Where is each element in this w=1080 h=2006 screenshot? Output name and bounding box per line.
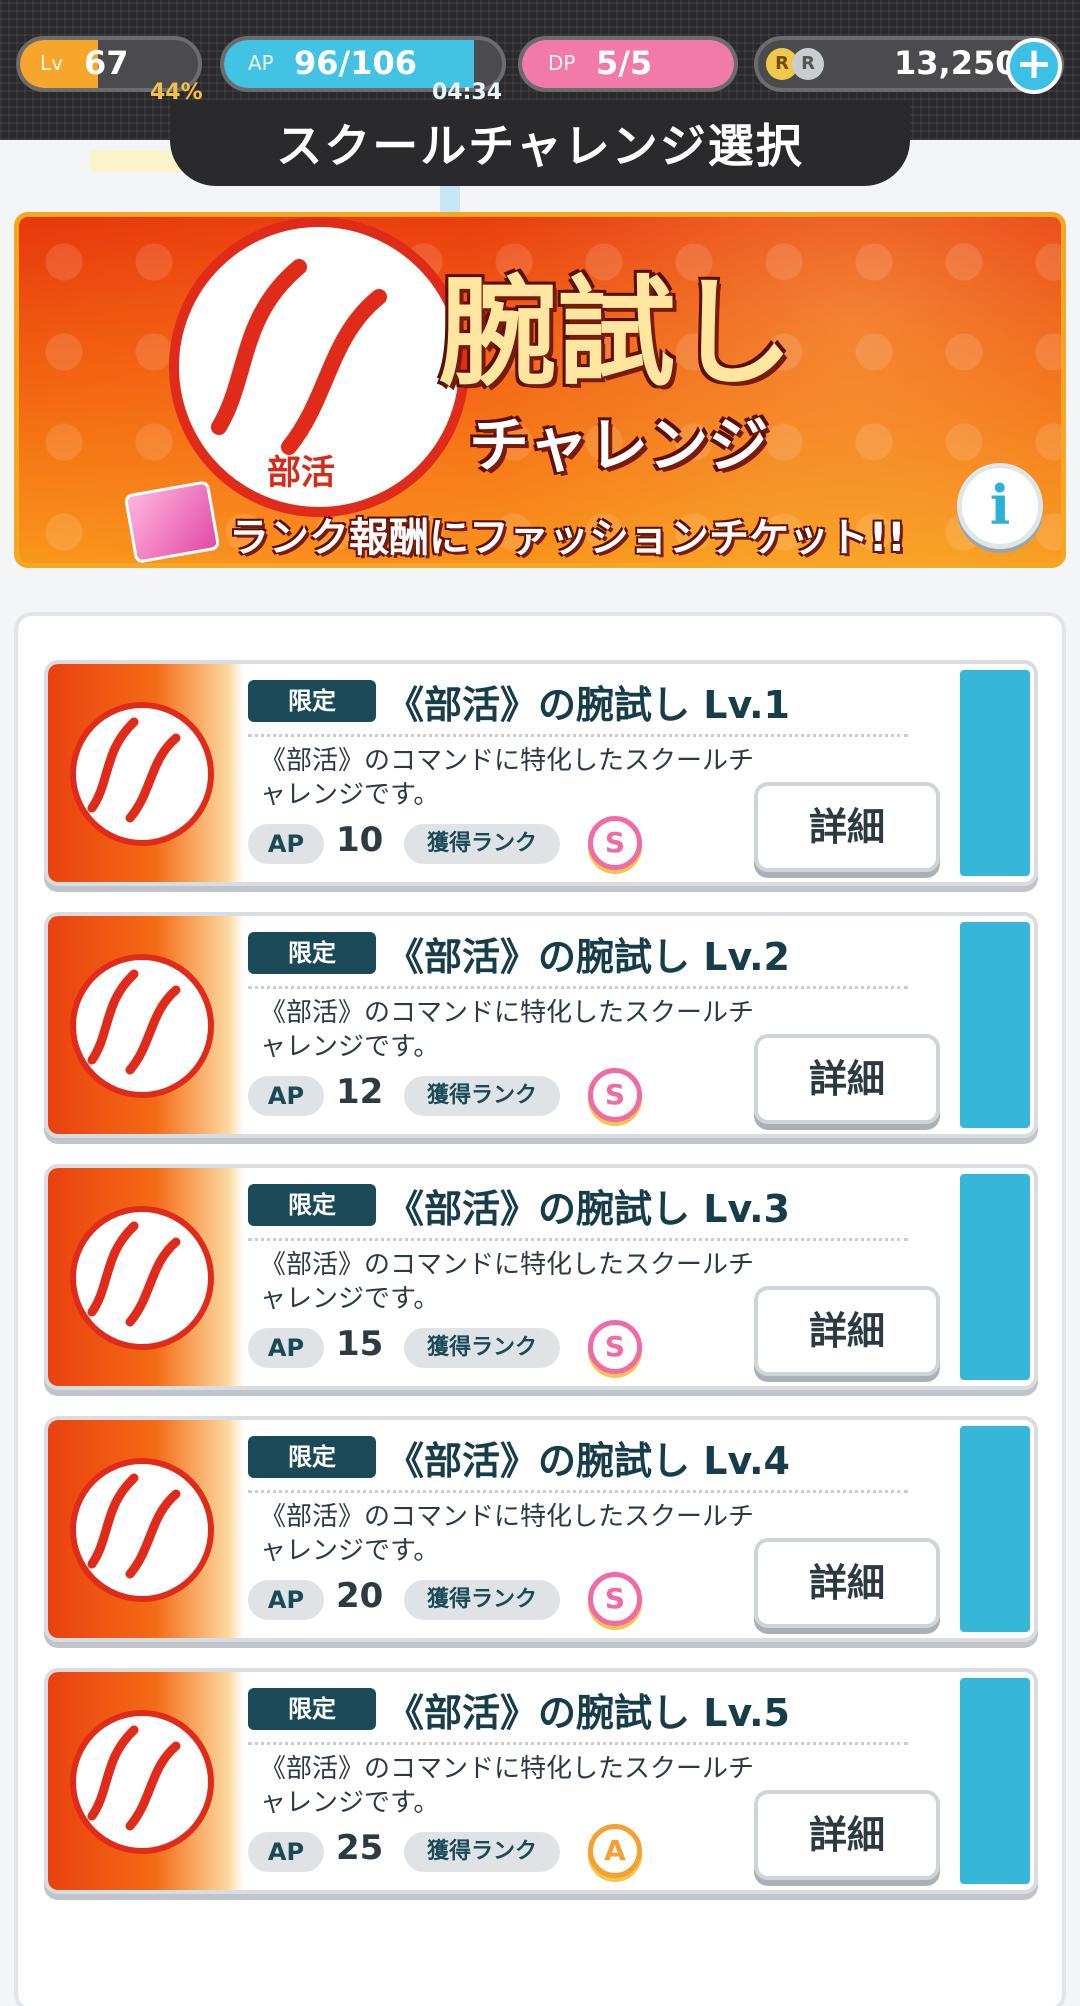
divider bbox=[248, 1490, 908, 1493]
challenge-card[interactable]: 限定 《部活》の腕試し Lv.5 《部活》のコマンドに特化したスクールチャレンジ… bbox=[44, 1668, 1038, 1894]
rank-label: 獲得ランク bbox=[404, 824, 560, 864]
baseball-icon bbox=[87, 1725, 181, 1831]
info-icon: i bbox=[989, 473, 1011, 537]
challenge-description: 《部活》のコマンドに特化したスクールチャレンジです。 bbox=[260, 1502, 755, 1566]
rank-label: 獲得ランク bbox=[404, 1832, 560, 1872]
challenge-description: 《部活》のコマンドに特化したスクールチャレンジです。 bbox=[260, 1754, 755, 1818]
ap-value: 96/106 bbox=[294, 44, 418, 82]
rank-badge-icon: S bbox=[588, 816, 642, 870]
card-side-strip bbox=[960, 670, 1030, 876]
rank-badge-icon: S bbox=[588, 1068, 642, 1122]
ap-cost-label: AP bbox=[248, 1076, 324, 1116]
level-label: Lv bbox=[40, 51, 63, 75]
level-percent: 44% bbox=[150, 80, 203, 105]
detail-button[interactable]: 詳細 bbox=[754, 1034, 940, 1124]
dp-label: DP bbox=[548, 51, 576, 75]
dp-value: 5/5 bbox=[596, 44, 653, 82]
club-emblem bbox=[70, 1458, 214, 1602]
challenge-card[interactable]: 限定 《部活》の腕試し Lv.4 《部活》のコマンドに特化したスクールチャレンジ… bbox=[44, 1416, 1038, 1642]
card-side-strip bbox=[960, 1174, 1030, 1380]
silver-coin-icon: R bbox=[792, 48, 824, 80]
emblem-label: 部活 bbox=[267, 453, 335, 493]
ap-cost-value: 15 bbox=[336, 1324, 384, 1364]
fashion-ticket-icon bbox=[123, 480, 221, 563]
challenge-banner[interactable]: 部活 腕試し チャレンジ ランク報酬にファッションチケット!! i bbox=[14, 212, 1066, 568]
detail-button[interactable]: 詳細 bbox=[754, 782, 940, 872]
club-emblem bbox=[70, 702, 214, 846]
dp-gauge[interactable]: DP 5/5 bbox=[518, 36, 738, 92]
detail-button[interactable]: 詳細 bbox=[754, 1286, 940, 1376]
divider bbox=[248, 1742, 908, 1745]
baseball-icon bbox=[87, 1473, 181, 1579]
rank-badge-icon: S bbox=[588, 1572, 642, 1626]
challenge-card[interactable]: 限定 《部活》の腕試し Lv.1 《部活》のコマンドに特化したスクールチャレンジ… bbox=[44, 660, 1038, 886]
challenge-title: 《部活》の腕試し Lv.1 bbox=[386, 683, 790, 727]
challenge-card[interactable]: 限定 《部活》の腕試し Lv.2 《部活》のコマンドに特化したスクールチャレンジ… bbox=[44, 912, 1038, 1138]
divider bbox=[248, 734, 908, 737]
rank-badge-icon: A bbox=[588, 1824, 642, 1878]
rank-label: 獲得ランク bbox=[404, 1328, 560, 1368]
ap-cost-value: 12 bbox=[336, 1072, 384, 1112]
card-thumbnail bbox=[48, 664, 244, 882]
challenge-title: 《部活》の腕試し Lv.3 bbox=[386, 1187, 790, 1231]
divider bbox=[248, 1238, 908, 1241]
divider bbox=[248, 986, 908, 989]
card-side-strip bbox=[960, 1678, 1030, 1884]
card-thumbnail bbox=[48, 916, 244, 1134]
ap-cost-value: 25 bbox=[336, 1828, 384, 1868]
limited-tag: 限定 bbox=[248, 1688, 376, 1730]
ap-cost-label: AP bbox=[248, 824, 324, 864]
club-emblem bbox=[70, 1206, 214, 1350]
ap-cost-value: 20 bbox=[336, 1576, 384, 1616]
limited-tag: 限定 bbox=[248, 680, 376, 722]
challenge-description: 《部活》のコマンドに特化したスクールチャレンジです。 bbox=[260, 998, 755, 1062]
banner-reward-text: ランク報酬にファッションチケット!! bbox=[229, 515, 906, 561]
ap-cost-label: AP bbox=[248, 1832, 324, 1872]
limited-tag: 限定 bbox=[248, 1184, 376, 1226]
info-button[interactable]: i bbox=[957, 463, 1043, 549]
ap-cost-label: AP bbox=[248, 1328, 324, 1368]
baseball-icon bbox=[87, 1221, 181, 1327]
ap-cost-label: AP bbox=[248, 1580, 324, 1620]
baseball-icon bbox=[87, 717, 181, 823]
banner-title: 腕試し bbox=[439, 263, 794, 402]
ap-label: AP bbox=[248, 51, 274, 75]
challenge-description: 《部活》のコマンドに特化したスクールチャレンジです。 bbox=[260, 746, 755, 810]
card-thumbnail bbox=[48, 1168, 244, 1386]
rank-label: 獲得ランク bbox=[404, 1580, 560, 1620]
ap-recovery-timer: 04:34 bbox=[432, 80, 503, 105]
rank-badge-icon: S bbox=[588, 1320, 642, 1374]
challenge-title: 《部活》の腕試し Lv.5 bbox=[386, 1691, 790, 1735]
card-side-strip bbox=[960, 922, 1030, 1128]
plus-icon: + bbox=[1015, 38, 1053, 89]
challenge-description: 《部活》のコマンドに特化したスクールチャレンジです。 bbox=[260, 1250, 755, 1314]
limited-tag: 限定 bbox=[248, 932, 376, 974]
rank-label: 獲得ランク bbox=[404, 1076, 560, 1116]
club-emblem bbox=[70, 1710, 214, 1854]
limited-tag: 限定 bbox=[248, 1436, 376, 1478]
challenge-title: 《部活》の腕試し Lv.2 bbox=[386, 935, 790, 979]
level-value: 67 bbox=[84, 44, 129, 82]
banner-subtitle: チャレンジ bbox=[469, 411, 769, 481]
detail-button[interactable]: 詳細 bbox=[754, 1538, 940, 1628]
coin-value: 13,250 bbox=[894, 44, 1018, 82]
baseball-icon bbox=[87, 969, 181, 1075]
page-title: スクールチャレンジ選択 bbox=[276, 119, 804, 173]
club-emblem bbox=[70, 954, 214, 1098]
card-thumbnail bbox=[48, 1672, 244, 1890]
challenge-title: 《部活》の腕試し Lv.4 bbox=[386, 1439, 790, 1483]
card-thumbnail bbox=[48, 1420, 244, 1638]
ap-cost-value: 10 bbox=[336, 820, 384, 860]
detail-button[interactable]: 詳細 bbox=[754, 1790, 940, 1880]
add-currency-button[interactable]: + bbox=[1006, 38, 1062, 94]
card-side-strip bbox=[960, 1426, 1030, 1632]
challenge-card[interactable]: 限定 《部活》の腕試し Lv.3 《部活》のコマンドに特化したスクールチャレンジ… bbox=[44, 1164, 1038, 1390]
